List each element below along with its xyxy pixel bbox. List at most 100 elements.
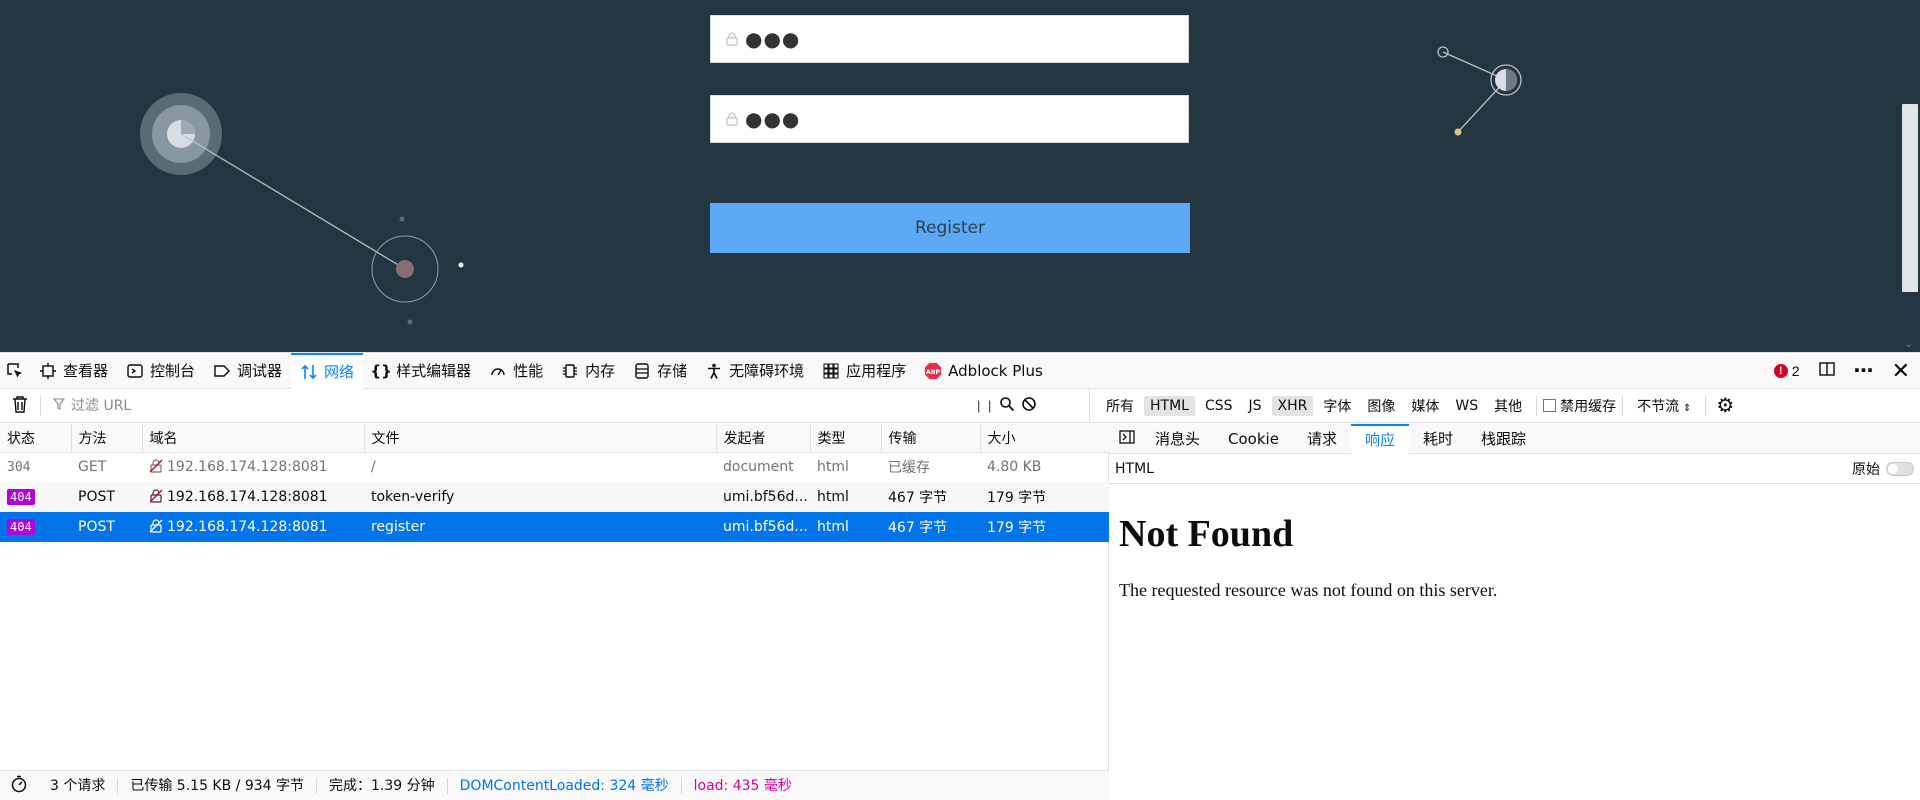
transferred-cell: 467 字节 xyxy=(881,512,980,542)
type-filter-ws[interactable]: WS xyxy=(1449,396,1484,416)
error-count-badge[interactable]: ! 2 xyxy=(1773,363,1800,379)
more-options-icon[interactable]: ⋯ xyxy=(1854,361,1874,381)
divider xyxy=(1622,395,1624,416)
devtools-tabbar: 查看器 控制台 调试器 网络 {} 样式编辑器 性能 内存 存储 无障碍环境 应… xyxy=(0,352,1920,389)
type-filter-media[interactable]: 媒体 xyxy=(1405,394,1445,418)
column-header-status[interactable]: 状态 xyxy=(0,424,72,453)
performance-icon xyxy=(489,362,507,380)
file-cell: token-verify xyxy=(364,482,716,512)
status-code: 404 xyxy=(7,519,35,535)
stopwatch-icon[interactable] xyxy=(0,775,38,797)
tab-performance[interactable]: 性能 xyxy=(480,353,552,389)
type-cell: html xyxy=(810,512,881,542)
response-header-bar: HTML 原始 xyxy=(1109,454,1920,484)
element-picker-icon[interactable] xyxy=(0,353,30,389)
detail-tabbar: 消息头 Cookie 请求 响应 耗时 栈跟踪 xyxy=(1109,423,1920,454)
toggle-switch[interactable] xyxy=(1886,461,1914,476)
type-filter-fonts[interactable]: 字体 xyxy=(1317,394,1357,418)
type-filter-css[interactable]: CSS xyxy=(1199,396,1239,416)
response-format-label: HTML xyxy=(1115,460,1154,477)
toggle-sidebar-icon[interactable] xyxy=(1109,429,1141,448)
gear-icon[interactable]: ⚙ xyxy=(1712,393,1734,418)
initiator-cell[interactable]: umi.bf56d... xyxy=(716,482,810,512)
table-header: 状态 方法 域名 文件 发起者 类型 传输 大小 xyxy=(0,424,1109,453)
tab-debugger[interactable]: 调试器 xyxy=(204,353,291,389)
block-icon[interactable] xyxy=(1021,396,1037,416)
method-cell: POST xyxy=(71,482,142,512)
summary-transferred: 已传输 5.15 KB / 934 字节 xyxy=(118,777,318,794)
chevron-down-icon[interactable]: ⌄ xyxy=(1904,337,1913,350)
raw-toggle[interactable]: 原始 xyxy=(1852,459,1914,479)
size-cell: 179 字节 xyxy=(980,512,1109,542)
inspector-icon xyxy=(39,362,57,380)
divider xyxy=(40,395,41,416)
type-filter-images[interactable]: 图像 xyxy=(1361,394,1401,418)
style-editor-icon: {} xyxy=(370,361,392,380)
tab-storage[interactable]: 存储 xyxy=(624,353,696,389)
tab-accessibility[interactable]: 无障碍环境 xyxy=(696,353,813,389)
method-cell: GET xyxy=(78,459,107,476)
table-row[interactable]: 404 POST 192.168.174.128:8081 token-veri… xyxy=(0,482,1109,512)
filter-url-input[interactable] xyxy=(71,397,971,414)
column-header-method[interactable]: 方法 xyxy=(71,424,143,453)
tab-memory[interactable]: 内存 xyxy=(552,353,624,389)
column-header-domain[interactable]: 域名 xyxy=(142,424,365,453)
column-header-type[interactable]: 类型 xyxy=(810,424,882,453)
network-toolbar: | | 所有 HTML CSS JS XHR 字体 图像 媒体 WS 其他 禁用… xyxy=(0,388,1920,423)
column-header-file[interactable]: 文件 xyxy=(364,424,717,453)
confirm-password-input[interactable]: ●●● xyxy=(710,95,1189,143)
tab-headers[interactable]: 消息头 xyxy=(1141,424,1214,454)
type-filter-buttons: 所有 HTML CSS JS XHR 字体 图像 媒体 WS 其他 禁用缓存 不… xyxy=(1090,389,1734,423)
tab-console[interactable]: 控制台 xyxy=(117,353,204,389)
type-filter-js[interactable]: JS xyxy=(1243,396,1268,416)
close-icon[interactable]: ✕ xyxy=(1892,360,1910,382)
tab-network[interactable]: 网络 xyxy=(291,352,364,389)
column-header-transferred[interactable]: 传输 xyxy=(881,424,981,453)
tab-style-editor[interactable]: {} 样式编辑器 xyxy=(363,353,480,389)
tab-request[interactable]: 请求 xyxy=(1293,424,1351,454)
type-filter-xhr[interactable]: XHR xyxy=(1271,395,1314,416)
throttling-select[interactable]: 不节流 ⇕ xyxy=(1629,396,1699,416)
search-icon[interactable] xyxy=(999,396,1015,416)
table-row[interactable]: 304 GET 192.168.174.128:8081 / document … xyxy=(0,452,1109,482)
response-message: The requested resource was not found on … xyxy=(1119,580,1498,600)
column-header-initiator[interactable]: 发起者 xyxy=(716,424,811,453)
tab-inspector[interactable]: 查看器 xyxy=(30,353,117,389)
register-button[interactable]: Register xyxy=(710,203,1190,253)
tab-response[interactable]: 响应 xyxy=(1350,423,1409,454)
checkbox-box[interactable] xyxy=(1543,399,1557,412)
trash-icon[interactable] xyxy=(12,395,28,417)
disable-cache-checkbox[interactable]: 禁用缓存 xyxy=(1543,396,1616,416)
type-cell: html xyxy=(810,482,881,512)
column-header-size[interactable]: 大小 xyxy=(980,424,1109,453)
type-filter-other[interactable]: 其他 xyxy=(1488,394,1528,418)
tab-adblock-plus[interactable]: ABP Adblock Plus xyxy=(915,353,1052,389)
file-cell: register xyxy=(364,512,716,542)
initiator-cell: document xyxy=(723,459,794,476)
summary-dom-content-loaded: DOMContentLoaded: 324 毫秒 xyxy=(448,777,682,794)
status-cell: 404 xyxy=(0,512,71,542)
type-filter-all[interactable]: 所有 xyxy=(1100,394,1140,418)
status-code: 404 xyxy=(7,489,35,505)
initiator-cell[interactable]: umi.bf56d... xyxy=(716,512,810,542)
password-input[interactable]: ●●● xyxy=(710,15,1189,63)
table-row[interactable]: 404 POST 192.168.174.128:8081 register u… xyxy=(0,512,1109,542)
type-filter-html[interactable]: HTML xyxy=(1144,395,1195,416)
dock-side-icon[interactable] xyxy=(1818,360,1836,382)
page-scrollbar[interactable]: ⌄ xyxy=(1900,0,1920,352)
scrollbar-thumb[interactable] xyxy=(1902,104,1918,292)
web-page-viewport: ●●● ●●● Register ⌄ xyxy=(0,0,1920,352)
tab-application[interactable]: 应用程序 xyxy=(813,353,915,389)
tab-cookie[interactable]: Cookie xyxy=(1214,424,1293,454)
devtools-panel: 查看器 控制台 调试器 网络 {} 样式编辑器 性能 内存 存储 无障碍环境 应… xyxy=(0,352,1920,800)
svg-text:ABP: ABP xyxy=(926,369,941,376)
lock-icon xyxy=(726,32,738,46)
pause-icon[interactable]: | | xyxy=(977,398,993,413)
tab-stack-trace[interactable]: 栈跟踪 xyxy=(1467,424,1540,454)
summary-load: load: 435 毫秒 xyxy=(693,777,792,794)
memory-icon xyxy=(561,362,579,380)
tab-timings[interactable]: 耗时 xyxy=(1409,424,1467,454)
request-table: 状态 方法 域名 文件 发起者 类型 传输 大小 304 GET 192.168 xyxy=(0,424,1109,542)
lock-icon xyxy=(726,112,738,126)
error-icon: ! xyxy=(1773,364,1788,378)
